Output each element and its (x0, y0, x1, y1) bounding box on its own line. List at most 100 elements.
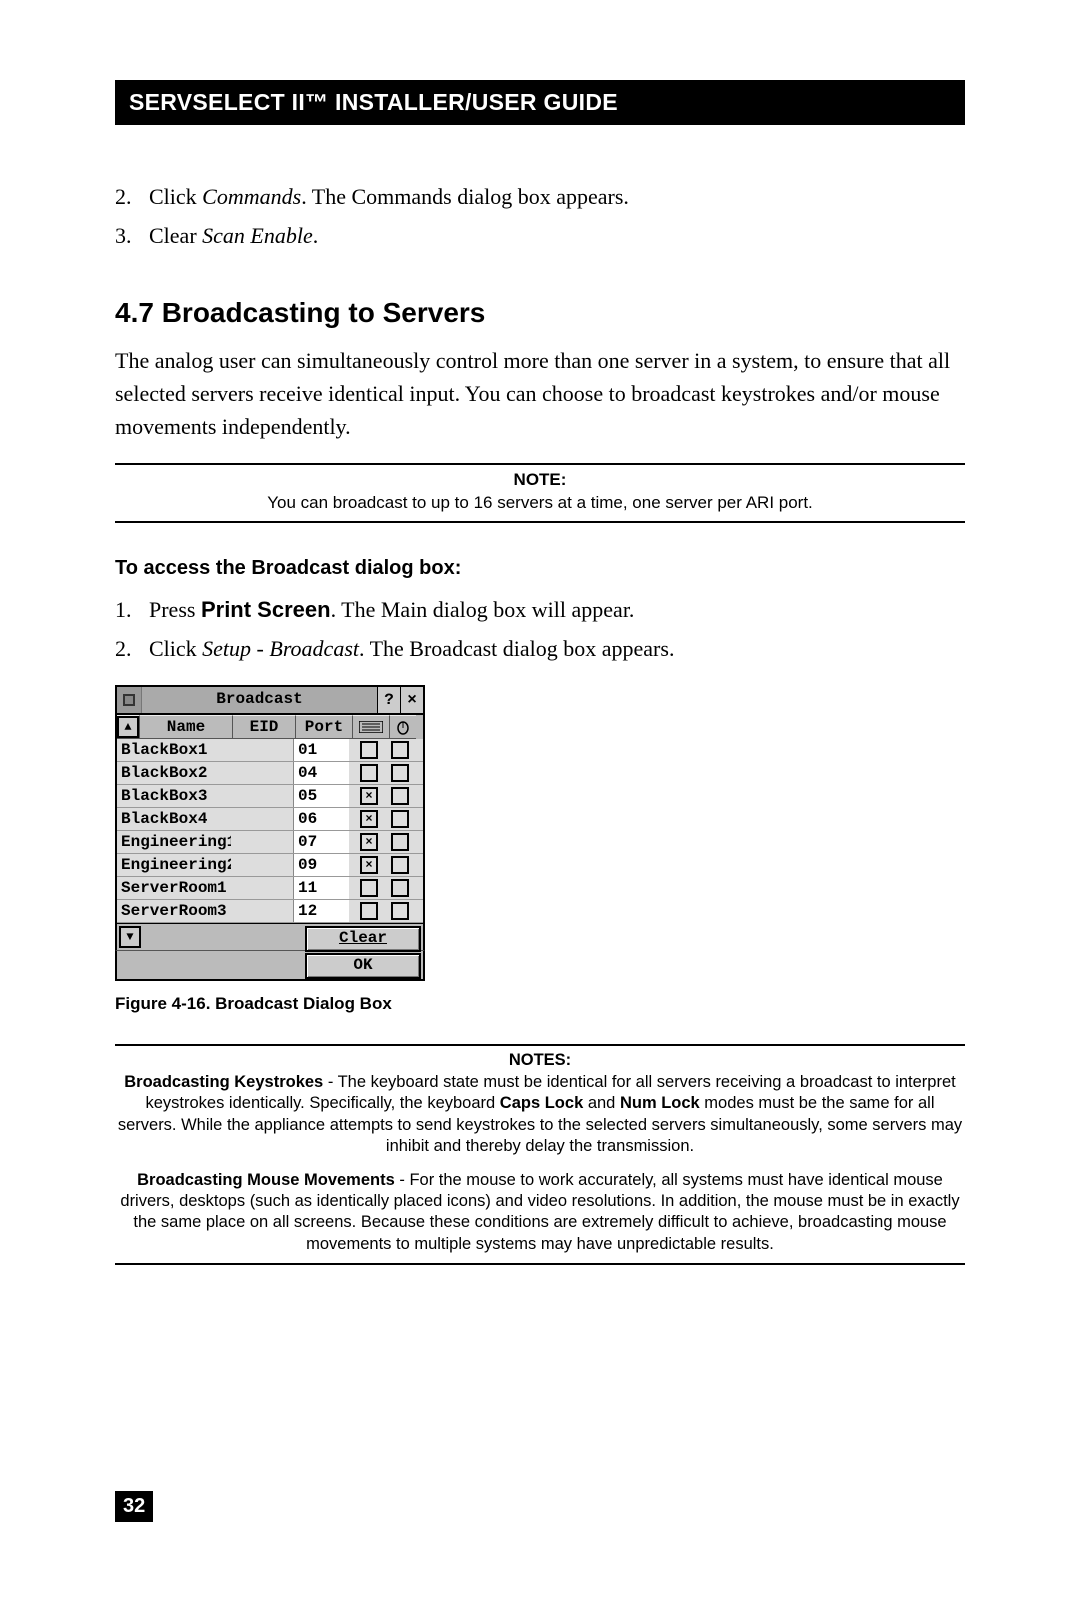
list-text: Click Setup - Broadcast. The Broadcast d… (149, 632, 965, 665)
cell-port: 12 (293, 900, 349, 922)
table-row[interactable]: BlackBox4 06 (117, 808, 423, 831)
text-emphasis: Commands (202, 184, 301, 209)
cell-port: 06 (293, 808, 349, 830)
dialog-rows: BlackBox101BlackBox204BlackBox305BlackBo… (115, 739, 425, 924)
table-row[interactable]: BlackBox1 01 (117, 739, 423, 762)
keyboard-checkbox[interactable] (349, 831, 385, 853)
list-number: 3. (115, 219, 149, 252)
close-icon[interactable]: × (400, 687, 423, 713)
figure-caption: Figure 4-16. Broadcast Dialog Box (115, 991, 965, 1017)
mouse-checkbox[interactable] (385, 854, 411, 876)
cell-port: 11 (293, 877, 349, 899)
mouse-checkbox[interactable] (385, 762, 411, 784)
scroll-up-button[interactable]: ▲ (117, 715, 140, 739)
text-strong: Broadcasting Keystrokes (124, 1073, 323, 1091)
text: . The Commands dialog box appears. (301, 184, 629, 209)
dialog-title: Broadcast (142, 687, 377, 713)
text: . The Main dialog box will appear. (331, 597, 635, 622)
list-number: 1. (115, 593, 149, 626)
column-header-name[interactable]: Name (140, 715, 233, 739)
cell-name: BlackBox2 (117, 762, 231, 784)
list-item: 3. Clear Scan Enable. (115, 219, 965, 252)
cell-port: 07 (293, 831, 349, 853)
cell-name: BlackBox4 (117, 808, 231, 830)
note-block: NOTE: You can broadcast to up to 16 serv… (115, 463, 965, 523)
system-menu-icon[interactable] (117, 687, 142, 713)
cell-eid (231, 877, 293, 899)
paragraph: The analog user can simultaneously contr… (115, 344, 965, 443)
cell-eid (231, 785, 293, 807)
sub-heading: To access the Broadcast dialog box: (115, 553, 965, 583)
arrow-up-icon: ▲ (117, 716, 139, 738)
text: Press (149, 597, 201, 622)
cell-port: 05 (293, 785, 349, 807)
list-text: Clear Scan Enable. (149, 219, 965, 252)
section-heading: 4.7 Broadcasting to Servers (115, 292, 965, 334)
cell-name: BlackBox1 (117, 739, 231, 761)
text-strong: Caps Lock (500, 1094, 583, 1112)
text: Click (149, 636, 202, 661)
list-item: 2. Click Setup - Broadcast. The Broadcas… (115, 632, 965, 665)
notes-title: NOTES: (115, 1050, 965, 1071)
text: Click (149, 184, 202, 209)
page-header: SERVSELECT II™ INSTALLER/USER GUIDE (115, 80, 965, 125)
text-strong: Print Screen (201, 597, 331, 622)
document-page: SERVSELECT II™ INSTALLER/USER GUIDE 2. C… (0, 0, 1080, 1612)
dialog-footer: ▼ Clear (115, 924, 425, 951)
scroll-down-button[interactable]: ▼ (119, 926, 141, 948)
mouse-checkbox[interactable] (385, 877, 411, 899)
text-strong: Broadcasting Mouse Movements (137, 1171, 395, 1189)
keyboard-checkbox[interactable] (349, 785, 385, 807)
page-number: 32 (115, 1491, 153, 1522)
list-number: 2. (115, 632, 149, 665)
keyboard-checkbox[interactable] (349, 877, 385, 899)
cell-eid (231, 739, 293, 761)
mouse-icon (390, 715, 416, 739)
text-strong: Num Lock (620, 1094, 700, 1112)
table-row[interactable]: Engineering2 09 (117, 854, 423, 877)
cell-eid (231, 854, 293, 876)
list-text: Press Print Screen. The Main dialog box … (149, 593, 965, 626)
table-row[interactable]: ServerRoom3 12 (117, 900, 423, 923)
note-text: You can broadcast to up to 16 servers at… (115, 492, 965, 515)
table-row[interactable]: Engineering1 07 (117, 831, 423, 854)
list-number: 2. (115, 180, 149, 213)
text: . (313, 223, 319, 248)
table-row[interactable]: ServerRoom1 11 (117, 877, 423, 900)
keyboard-checkbox[interactable] (349, 808, 385, 830)
keyboard-checkbox[interactable] (349, 900, 385, 922)
cell-name: Engineering1 (117, 831, 231, 853)
mouse-checkbox[interactable] (385, 739, 411, 761)
ok-button[interactable]: OK (305, 953, 421, 979)
table-row[interactable]: BlackBox2 04 (117, 762, 423, 785)
broadcast-dialog: Broadcast ? × ▲ Name EID Port BlackBox1 0… (115, 685, 425, 981)
page-body: 2. Click Commands. The Commands dialog b… (115, 125, 965, 1265)
list-text: Click Commands. The Commands dialog box … (149, 180, 965, 213)
keyboard-icon (353, 715, 390, 739)
cell-name: ServerRoom3 (117, 900, 231, 922)
keyboard-checkbox[interactable] (349, 739, 385, 761)
table-row[interactable]: BlackBox305 (117, 785, 423, 808)
list-item: 2. Click Commands. The Commands dialog b… (115, 180, 965, 213)
mouse-checkbox[interactable] (385, 808, 411, 830)
cell-name: ServerRoom1 (117, 877, 231, 899)
cell-eid (231, 831, 293, 853)
list-item: 1. Press Print Screen. The Main dialog b… (115, 593, 965, 626)
text: . The Broadcast dialog box appears. (359, 636, 674, 661)
mouse-checkbox[interactable] (385, 831, 411, 853)
dialog-titlebar: Broadcast ? × (115, 685, 425, 715)
cell-name: Engineering2 (117, 854, 231, 876)
column-header-port[interactable]: Port (296, 715, 353, 739)
help-icon[interactable]: ? (377, 687, 400, 713)
cell-port: 01 (293, 739, 349, 761)
clear-button[interactable]: Clear (305, 926, 421, 952)
cell-port: 04 (293, 762, 349, 784)
keyboard-checkbox[interactable] (349, 854, 385, 876)
note-title: NOTE: (115, 469, 965, 492)
text: Clear (149, 223, 202, 248)
cell-port: 09 (293, 854, 349, 876)
column-header-eid[interactable]: EID (233, 715, 296, 739)
keyboard-checkbox[interactable] (349, 762, 385, 784)
mouse-checkbox[interactable] (385, 785, 411, 807)
mouse-checkbox[interactable] (385, 900, 411, 922)
